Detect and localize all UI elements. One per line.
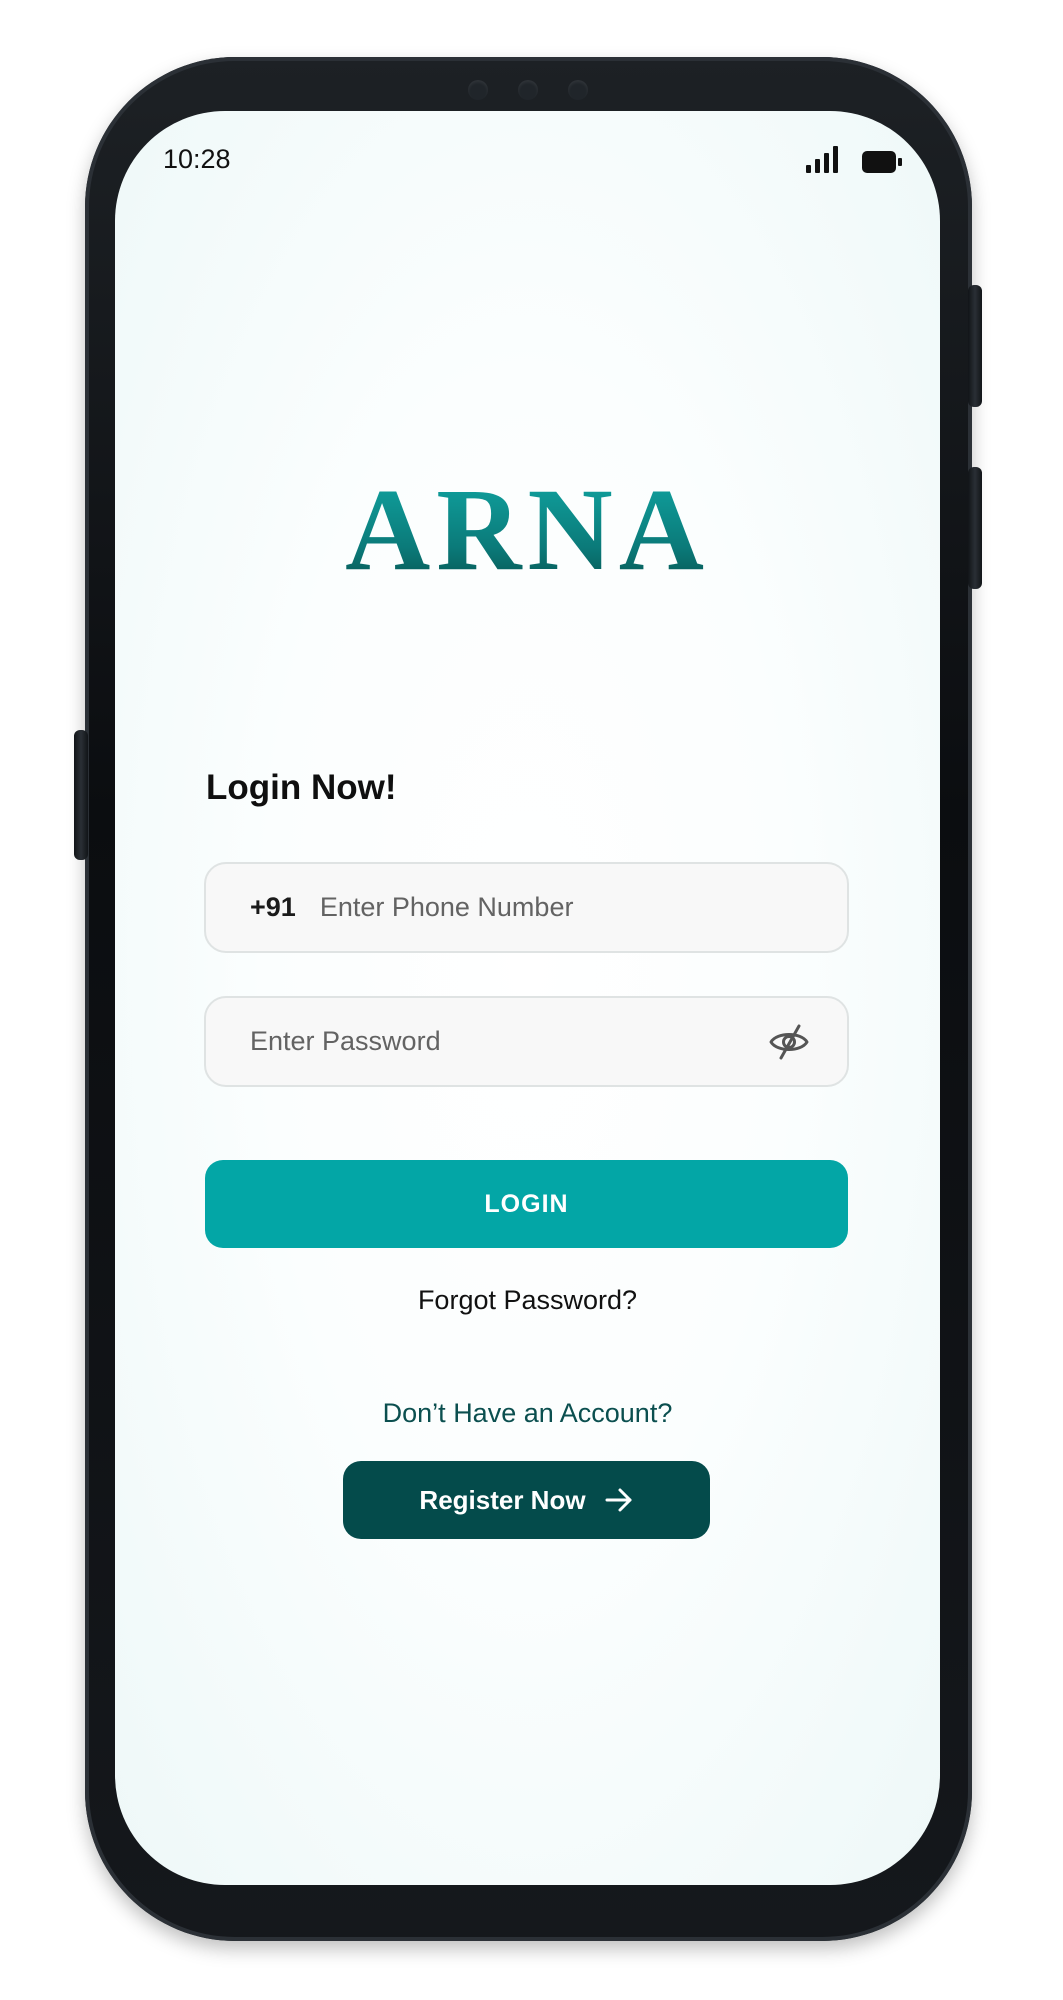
- arrow-right-icon: [605, 1488, 632, 1512]
- phone-input-container[interactable]: +91: [204, 862, 849, 953]
- phone-number-input[interactable]: [319, 892, 847, 923]
- arna-logo: ARNA: [115, 471, 940, 589]
- register-now-button[interactable]: Register Now: [343, 1461, 710, 1539]
- forgot-password-link[interactable]: Forgot Password?: [115, 1285, 940, 1316]
- login-button[interactable]: LOGIN: [205, 1160, 848, 1248]
- login-title: Login Now!: [206, 768, 397, 807]
- phone-screen: 10:28 ARNA Login Now! +91 LOGIN Forgot P…: [115, 111, 940, 1885]
- register-button-label: Register Now: [419, 1484, 586, 1515]
- front-sensor-dot: [468, 80, 488, 100]
- no-account-prompt: Don’t Have an Account?: [382, 1398, 673, 1428]
- status-time: 10:28: [163, 144, 231, 174]
- status-icons: [806, 145, 902, 173]
- password-input[interactable]: [250, 1026, 767, 1057]
- phone-volume-up-button: [968, 285, 982, 407]
- front-camera-dot: [518, 80, 538, 100]
- front-sensor-dot: [568, 80, 588, 100]
- signal-bars-icon: [806, 145, 840, 173]
- eye-off-icon[interactable]: [767, 1020, 811, 1064]
- password-input-container[interactable]: [204, 996, 849, 1087]
- country-code[interactable]: +91: [250, 892, 296, 923]
- phone-power-button: [74, 730, 88, 860]
- phone-volume-down-button: [968, 467, 982, 589]
- battery-icon: [862, 151, 902, 173]
